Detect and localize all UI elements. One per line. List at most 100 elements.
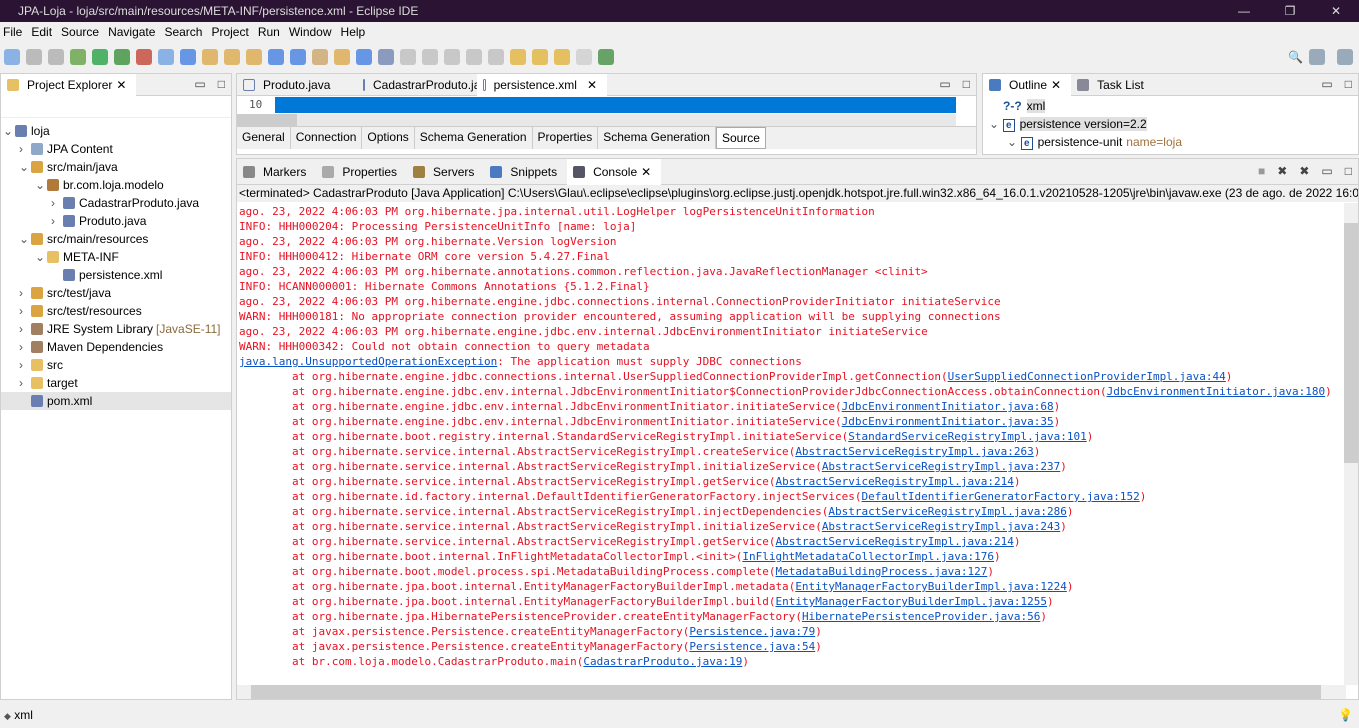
restore-button[interactable]: ❐ [1267, 0, 1313, 22]
expand-arrow-icon[interactable]: ⌄ [35, 176, 47, 194]
pen-icon[interactable] [246, 49, 262, 65]
expand-arrow-icon[interactable]: › [19, 320, 31, 338]
tree-item[interactable]: › JRE System Library [JavaSE-11] [1, 320, 231, 338]
source-link[interactable]: UserSuppliedConnectionProviderImpl.java:… [948, 370, 1226, 383]
menu-search[interactable]: Search [161, 22, 208, 42]
coverage-icon[interactable] [114, 49, 130, 65]
expand-arrow-icon[interactable]: › [19, 302, 31, 320]
close-button[interactable]: ✕ [1313, 0, 1359, 22]
tab-properties[interactable]: Properties [316, 159, 407, 185]
screen-icon[interactable] [356, 49, 372, 65]
source-link[interactable]: StandardServiceRegistryImpl.java:101 [848, 430, 1086, 443]
menu-source[interactable]: Source [58, 22, 105, 42]
expand-arrow-icon[interactable]: ⌄ [3, 122, 15, 140]
tab-produto-java[interactable]: Produto.java [237, 74, 357, 96]
remove-launch-icon[interactable]: ✖ [1277, 164, 1287, 178]
expand-arrow-icon[interactable]: › [19, 338, 31, 356]
outline-item[interactable]: ⌄ e persistence-unit name=loja [983, 133, 1358, 151]
outline-item[interactable]: ?-? xml [983, 97, 1358, 115]
prev-annotation-icon[interactable] [532, 49, 548, 65]
save-all-icon[interactable] [48, 49, 64, 65]
menu-help[interactable]: Help [338, 22, 372, 42]
tree-item[interactable]: › src/test/java [1, 284, 231, 302]
tab-servers[interactable]: Servers [407, 159, 484, 185]
new-server-icon[interactable] [158, 49, 174, 65]
minimize-icon[interactable]: ▭ [1321, 77, 1332, 91]
java-ee-perspective-icon[interactable] [1337, 49, 1353, 65]
tree-item[interactable]: › CadastrarProduto.java [1, 194, 231, 212]
external-tools-icon[interactable] [136, 49, 152, 65]
source-link[interactable]: EntityManagerFactoryBuilderImpl.java:125… [775, 595, 1047, 608]
tab-snippets[interactable]: Snippets [484, 159, 567, 185]
horizontal-scrollbar[interactable] [237, 114, 956, 126]
tree-item[interactable]: pom.xml [1, 392, 231, 410]
expand-arrow-icon[interactable]: › [19, 356, 31, 374]
new-icon[interactable] [4, 49, 20, 65]
menu-edit[interactable]: Edit [28, 22, 58, 42]
save-icon[interactable] [26, 49, 42, 65]
source-link[interactable]: JdbcEnvironmentInitiator.java:68 [842, 400, 1054, 413]
source-link[interactable]: JdbcEnvironmentInitiator.java:35 [842, 415, 1054, 428]
source-link[interactable]: AbstractServiceRegistryImpl.java:243 [822, 520, 1060, 533]
source-link[interactable]: DefaultIdentifierGeneratorFactory.java:1… [862, 490, 1140, 503]
source-link[interactable]: JdbcEnvironmentInitiator.java:180 [1107, 385, 1326, 398]
page-tab-options[interactable]: Options [362, 127, 415, 149]
menu-window[interactable]: Window [286, 22, 338, 42]
back-icon[interactable] [554, 49, 570, 65]
minimize-icon[interactable]: ▭ [939, 77, 950, 91]
page-tab-schema-generation[interactable]: Schema Generation [598, 127, 716, 149]
close-icon[interactable]: ✕ [1051, 74, 1061, 96]
expand-arrow-icon[interactable]: › [51, 212, 63, 230]
resume-icon[interactable] [400, 49, 416, 65]
tab-console[interactable]: Console ✕ [567, 158, 662, 185]
source-link[interactable]: AbstractServiceRegistryImpl.java:237 [822, 460, 1060, 473]
suspend-icon[interactable] [422, 49, 438, 65]
disconnect-icon[interactable] [466, 49, 482, 65]
menu-file[interactable]: File [0, 22, 28, 42]
tree-item[interactable]: › Produto.java [1, 212, 231, 230]
minimize-icon[interactable]: ▭ [1321, 164, 1332, 178]
expand-arrow-icon[interactable]: ⌄ [19, 230, 31, 248]
close-icon[interactable]: ✕ [587, 74, 597, 96]
source-link[interactable]: EntityManagerFactoryBuilderImpl.java:122… [795, 580, 1067, 593]
page-tab-connection[interactable]: Connection [291, 127, 363, 149]
expand-arrow-icon[interactable]: ⌄ [35, 248, 47, 266]
tip-icon[interactable]: 💡 [1338, 704, 1353, 726]
expand-arrow-icon[interactable]: ⌄ [989, 115, 1003, 133]
search-icon[interactable]: 🔍 [1288, 50, 1303, 64]
menu-project[interactable]: Project [208, 22, 254, 42]
debug-icon[interactable] [70, 49, 86, 65]
tree-item[interactable]: ⌄ META-INF [1, 248, 231, 266]
expand-arrow-icon[interactable]: › [19, 140, 31, 158]
terminate-icon[interactable]: ■ [1258, 164, 1265, 178]
page-tab-properties[interactable]: Properties [533, 127, 599, 149]
source-link[interactable]: AbstractServiceRegistryImpl.java:214 [775, 535, 1013, 548]
page-tab-general[interactable]: General [237, 127, 291, 149]
tab-outline[interactable]: Outline ✕ [983, 73, 1072, 96]
tree-item[interactable]: ⌄ loja [1, 122, 231, 140]
tab-markers[interactable]: Markers [237, 159, 316, 185]
menu-run[interactable]: Run [255, 22, 286, 42]
expand-arrow-icon[interactable]: ⌄ [1007, 133, 1021, 151]
task-icon[interactable] [598, 49, 614, 65]
vertical-scrollbar[interactable] [1344, 203, 1358, 685]
source-link[interactable]: MetadataBuildingProcess.java:127 [775, 565, 987, 578]
tree-item[interactable]: persistence.xml [1, 266, 231, 284]
open-folder-icon[interactable] [224, 49, 240, 65]
tree-item[interactable]: › JPA Content [1, 140, 231, 158]
expand-arrow-icon[interactable]: › [19, 284, 31, 302]
source-link[interactable]: AbstractServiceRegistryImpl.java:214 [775, 475, 1013, 488]
next-annotation-icon[interactable] [510, 49, 526, 65]
menu-navigate[interactable]: Navigate [105, 22, 161, 42]
open-perspective-icon[interactable] [1309, 49, 1325, 65]
source-link[interactable]: InFlightMetadataCollectorImpl.java:176 [742, 550, 994, 563]
maximize-icon[interactable]: □ [963, 77, 970, 91]
new-class-icon[interactable] [180, 49, 196, 65]
search-file-icon[interactable] [334, 49, 350, 65]
tree-item[interactable]: › Maven Dependencies [1, 338, 231, 356]
remove-all-icon[interactable]: ✖ [1299, 164, 1309, 178]
page-tab-source[interactable]: Source [715, 127, 766, 149]
forward-icon[interactable] [576, 49, 592, 65]
minimize-icon[interactable]: ▭ [194, 77, 205, 91]
source-link[interactable]: AbstractServiceRegistryImpl.java:286 [828, 505, 1066, 518]
